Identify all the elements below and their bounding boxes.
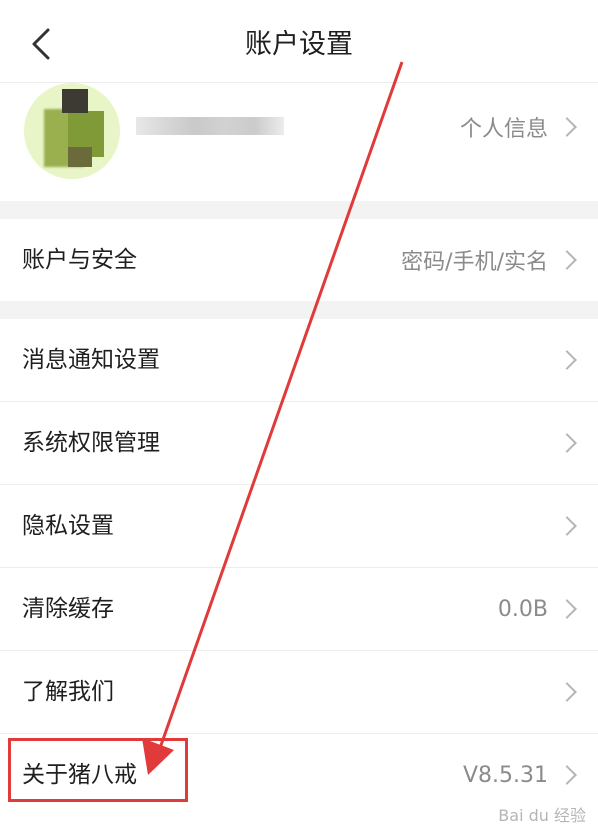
row-value [548, 402, 577, 484]
section-divider [0, 201, 598, 219]
top-bar: 账户设置 [0, 0, 598, 83]
row-label: 账户与安全 [22, 247, 137, 273]
row-label: 消息通知设置 [22, 347, 160, 373]
avatar[interactable] [24, 83, 120, 179]
row-label: 系统权限管理 [22, 430, 160, 456]
row-value [548, 651, 577, 733]
row-label: 了解我们 [22, 679, 114, 705]
row-value-text: 密码/手机/实名 [401, 250, 548, 275]
chevron-right-icon [557, 765, 577, 785]
row-notification-settings[interactable]: 消息通知设置 [0, 319, 598, 402]
section-divider [0, 301, 598, 319]
row-label: 清除缓存 [22, 596, 114, 622]
chevron-right-icon [557, 516, 577, 536]
row-privacy-settings[interactable]: 隐私设置 [0, 485, 598, 568]
app-version: V8.5.31 [462, 762, 548, 788]
chevron-right-icon [557, 117, 577, 137]
chevron-right-icon [557, 350, 577, 370]
chevron-right-icon [557, 250, 577, 270]
chevron-right-icon [557, 682, 577, 702]
chevron-right-icon [557, 599, 577, 619]
profile-link[interactable]: 个人信息 [459, 105, 577, 149]
row-account-security[interactable]: 账户与安全 密码/手机/实名 [0, 219, 598, 301]
profile-link-label: 个人信息 [459, 117, 548, 142]
row-clear-cache[interactable]: 清除缓存 0.0B [0, 568, 598, 651]
page-title: 账户设置 [245, 29, 353, 60]
watermark: Bai du 经验 [498, 806, 586, 825]
chevron-right-icon [557, 433, 577, 453]
profile-row[interactable]: 个人信息 [0, 83, 598, 201]
row-system-permissions[interactable]: 系统权限管理 [0, 402, 598, 485]
row-value [548, 319, 577, 401]
row-value: 密码/手机/实名 [401, 219, 577, 301]
highlight-box [8, 738, 188, 802]
cache-size: 0.0B [497, 596, 548, 622]
row-value: 0.0B [497, 568, 577, 650]
row-about-us[interactable]: 了解我们 [0, 651, 598, 734]
row-value [548, 485, 577, 567]
row-label: 隐私设置 [22, 513, 114, 539]
username-redacted [136, 117, 284, 135]
